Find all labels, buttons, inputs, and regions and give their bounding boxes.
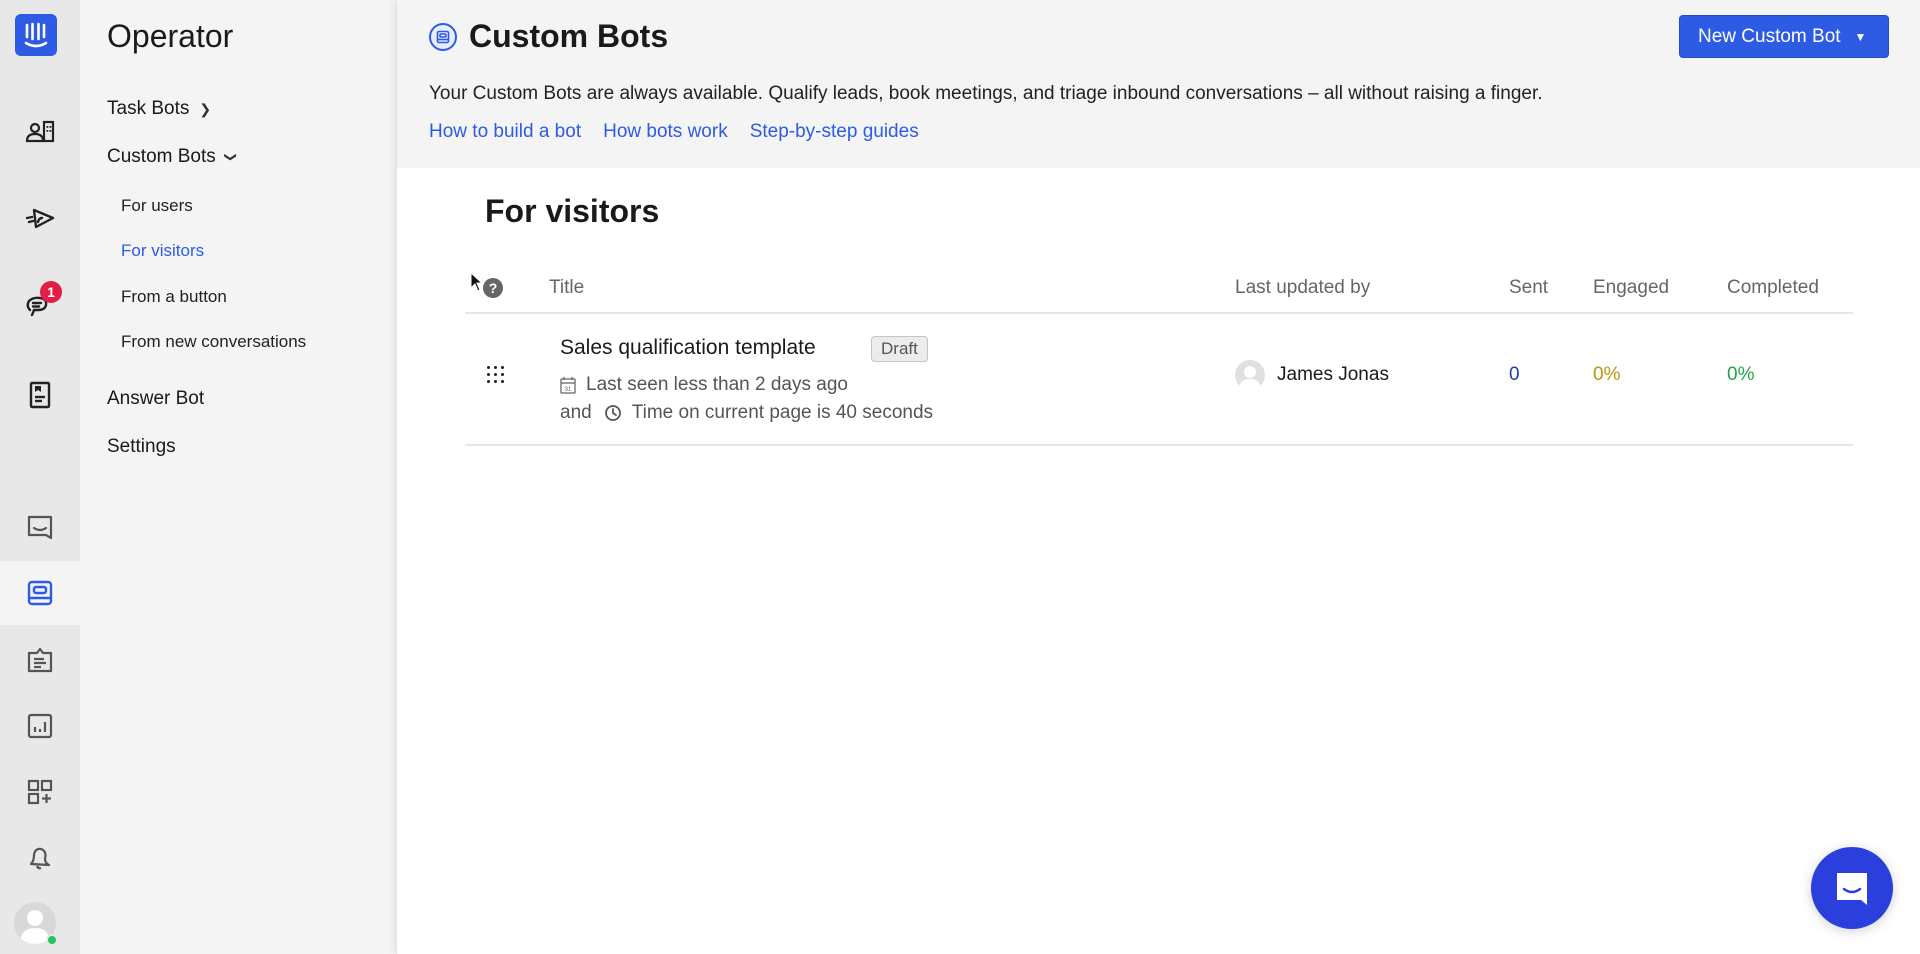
nav-for-users[interactable]: For users [121,196,193,216]
rail-item-outbound[interactable] [0,186,80,250]
avatar-icon [1239,366,1261,390]
page-title: Custom Bots [469,18,669,54]
rail-item-inbox[interactable] [0,272,80,336]
column-last-updated-by[interactable]: Last updated by [1235,277,1370,299]
rule-2-text: Time on current page is 40 seconds [631,402,934,423]
bell-icon [29,847,51,870]
rail-item-reports[interactable] [0,694,80,758]
column-title[interactable]: Title [549,277,584,299]
page-header: Custom Bots Your Custom Bots are always … [397,0,1920,168]
chevron-right-icon: ❯ [199,100,212,117]
paper-plane-icon [25,208,55,229]
nav-for-visitors[interactable]: For visitors [121,241,204,261]
rule-1-text: Last seen less than 2 days ago [586,374,848,395]
nav-answer-bot-label: Answer Bot [107,388,205,409]
column-completed[interactable]: Completed [1727,277,1819,299]
nav-task-bots-label: Task Bots [107,98,190,119]
messenger-launcher-button[interactable] [1811,847,1893,929]
rail-item-articles[interactable] [0,363,80,427]
engaged-value: 0% [1593,364,1621,385]
svg-text:31: 31 [565,387,572,393]
help-links: How to build a bot How bots work Step-by… [429,121,919,143]
rail-item-contacts[interactable] [0,100,80,164]
link-step-by-step-guides[interactable]: Step-by-step guides [750,121,919,143]
nav-settings-label: Settings [107,436,176,457]
rail-item-messenger[interactable] [0,496,80,560]
bot-icon [27,580,53,606]
message-icon [27,515,53,540]
nav-answer-bot[interactable]: Answer Bot [107,388,204,410]
apps-plus-icon [27,779,53,805]
page-description: Your Custom Bots are always available. Q… [429,83,1543,104]
contacts-icon [25,120,55,143]
mouse-cursor-icon [470,272,484,292]
main-panel: Custom Bots Your Custom Bots are always … [396,0,1920,954]
column-engaged[interactable]: Engaged [1593,277,1669,299]
rail-item-clipboard[interactable] [0,628,80,692]
article-icon [29,381,51,409]
subnav-title: Operator [107,18,234,54]
status-badge: Draft [871,336,928,362]
caret-down-icon: ▼ [1854,29,1867,44]
last-updated-by: James Jonas [1235,360,1389,390]
app-rail: 1 [0,0,80,954]
rail-item-app-store[interactable] [0,760,80,824]
nav-from-new-conversations[interactable]: From new conversations [121,332,306,352]
clock-icon [604,405,621,421]
new-custom-bot-label: New Custom Bot [1698,25,1841,47]
operator-subnav: Operator Task Bots ❯ Custom Bots ❯ For u… [80,0,396,954]
intercom-logo-icon[interactable] [15,14,57,56]
bot-icon [429,22,457,51]
inbox-badge: 1 [40,281,62,303]
rule-conjunction: and [560,402,592,423]
table-header: ? Title Last updated by Sent Engaged Com… [465,268,1853,314]
audience-rule-2: and Time on current page is 40 seconds [560,402,933,424]
updated-by-name: James Jonas [1277,364,1389,385]
page-title-group: Custom Bots [429,18,668,55]
nav-custom-bots-label: Custom Bots [107,146,216,167]
bot-title[interactable]: Sales qualification template [560,336,816,360]
bots-table: ? Title Last updated by Sent Engaged Com… [465,268,1853,446]
link-how-bots-work[interactable]: How bots work [603,121,728,143]
chevron-down-icon: ❯ [223,151,238,163]
nav-from-a-button[interactable]: From a button [121,287,227,307]
table-row[interactable]: Sales qualification template Draft 31 La… [465,314,1853,446]
nav-settings[interactable]: Settings [107,436,176,458]
drag-handle-icon[interactable] [487,366,505,384]
completed-value: 0% [1727,364,1755,385]
messenger-icon [1837,873,1867,905]
clipboard-icon [27,647,53,673]
rail-item-operator[interactable] [0,561,80,625]
section-title: For visitors [485,193,660,229]
rail-item-notifications[interactable] [0,826,80,890]
avatar [1235,360,1265,390]
nav-task-bots[interactable]: Task Bots ❯ [107,98,211,120]
new-custom-bot-button[interactable]: New Custom Bot ▼ [1679,15,1889,58]
audience-rule-1: 31 Last seen less than 2 days ago [560,374,848,396]
nav-custom-bots[interactable]: Custom Bots ❯ [107,146,238,168]
bar-chart-icon [27,713,53,739]
calendar-icon: 31 [560,377,576,394]
column-sent[interactable]: Sent [1509,277,1548,299]
link-how-to-build-a-bot[interactable]: How to build a bot [429,121,581,143]
sent-value: 0 [1509,364,1520,385]
help-icon[interactable]: ? [483,278,503,298]
online-status-indicator [46,934,58,946]
